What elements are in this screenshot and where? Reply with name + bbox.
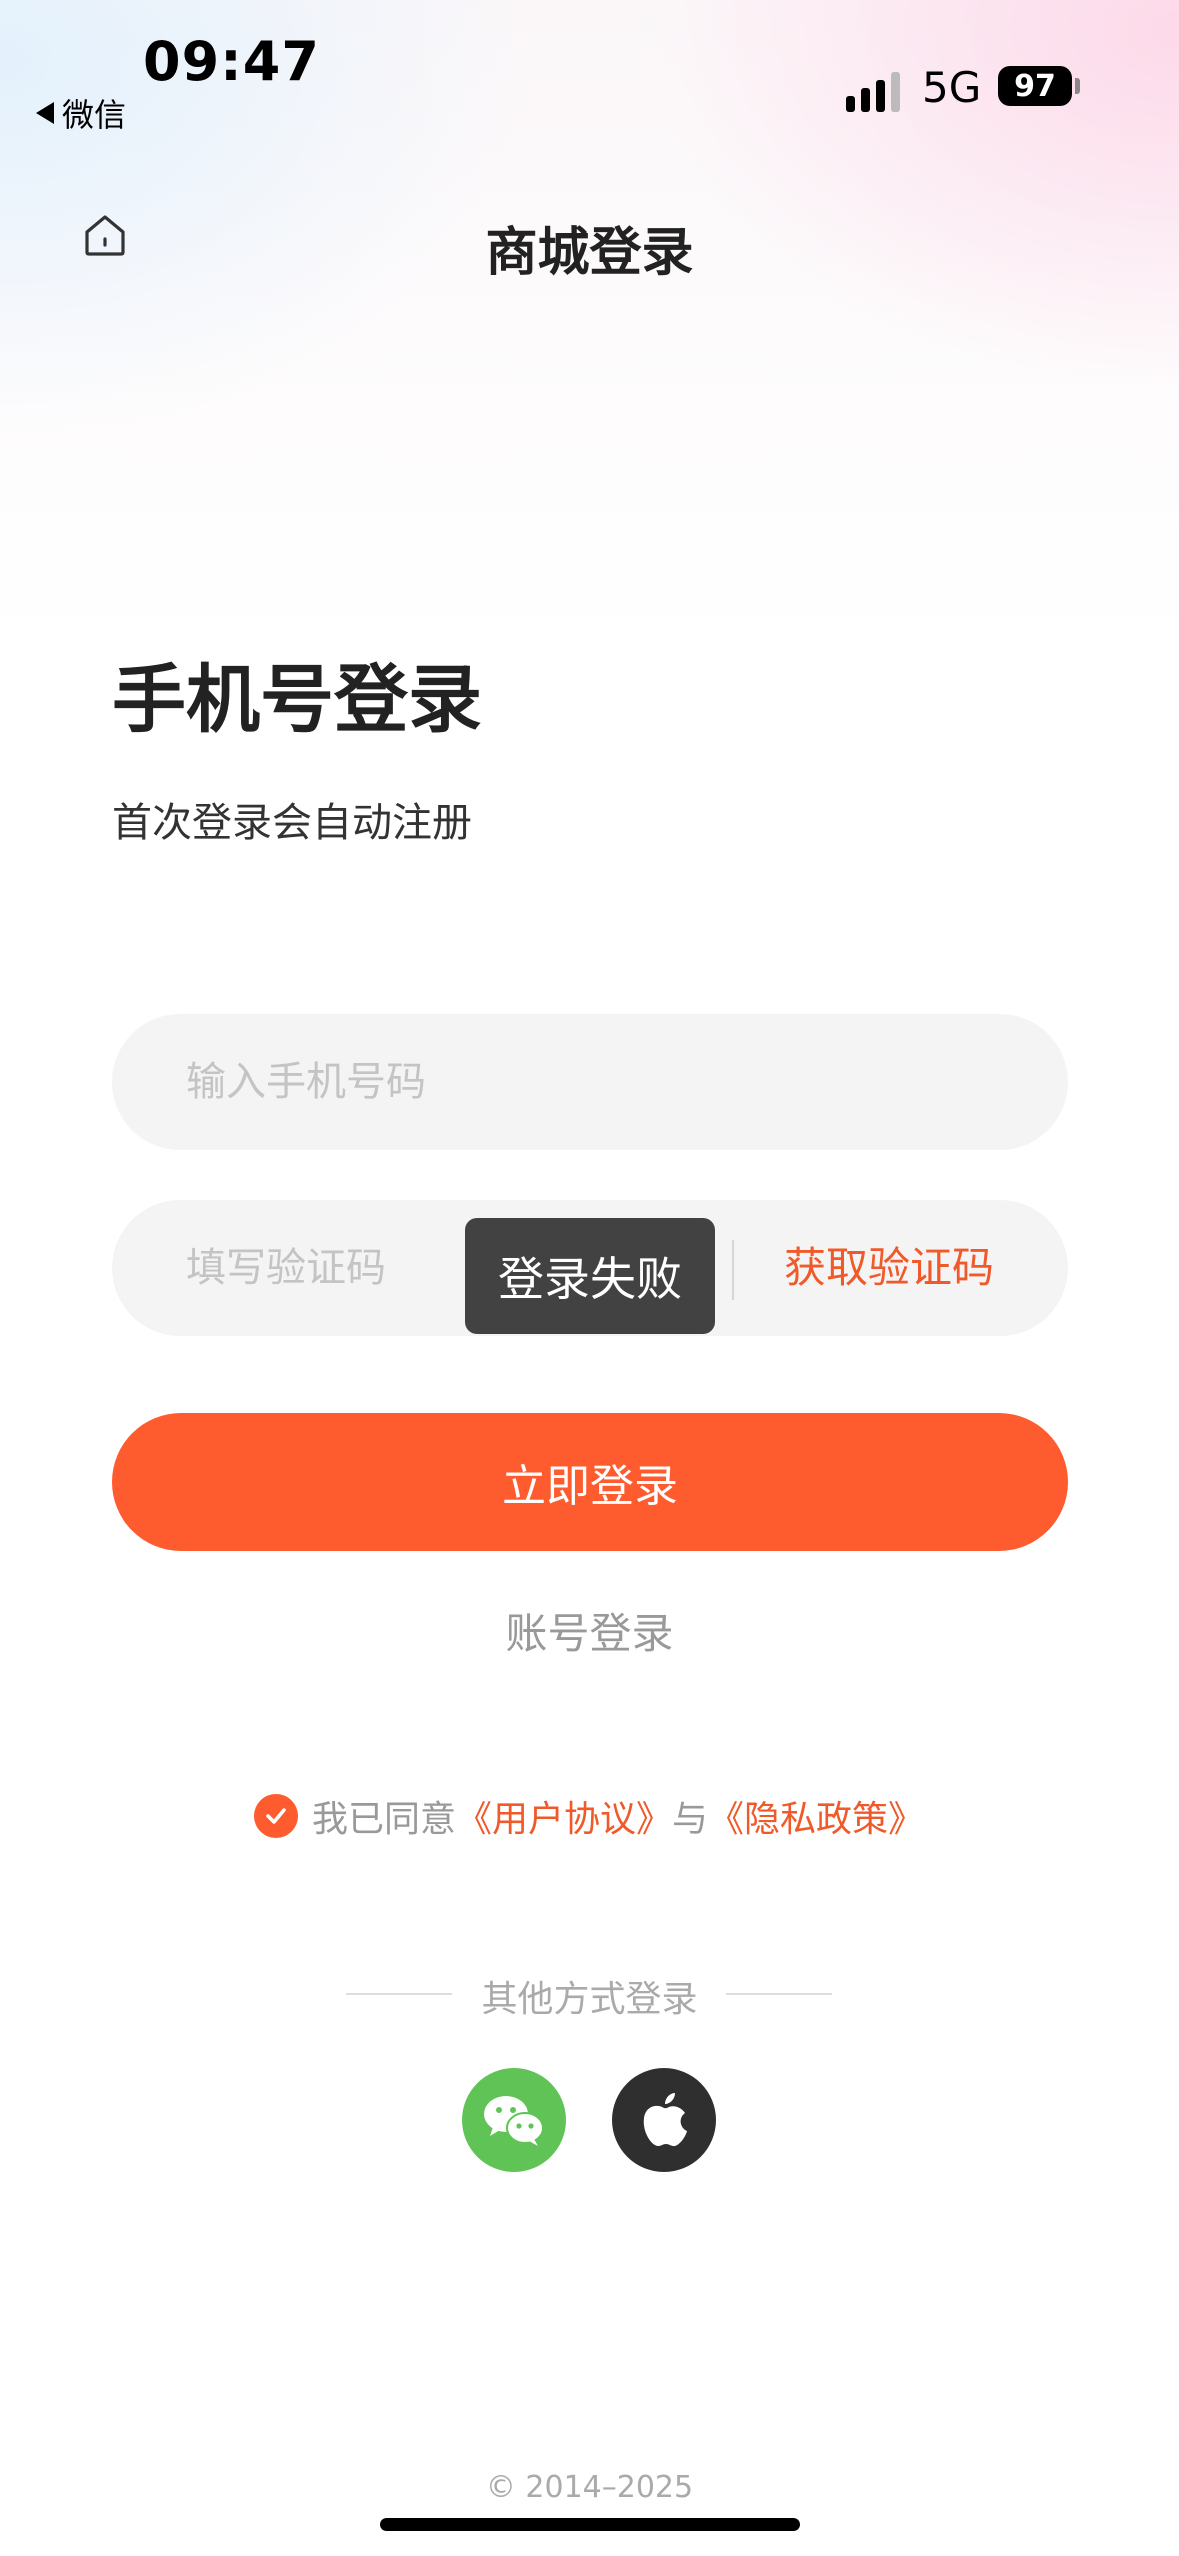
- back-to-app-link[interactable]: 微信: [36, 90, 126, 136]
- phone-input[interactable]: [186, 1014, 1006, 1150]
- network-type: 5G: [922, 63, 982, 112]
- battery-tip: [1075, 78, 1080, 94]
- wechat-login-button[interactable]: [462, 2068, 566, 2172]
- copyright-text: © 2014–2025: [485, 2470, 694, 2505]
- check-icon: [266, 1808, 286, 1824]
- apple-login-button[interactable]: [612, 2068, 716, 2172]
- agreement-row: 我已同意 《用户协议》 与 《隐私政策》: [254, 1790, 924, 1842]
- apple-icon: [643, 2093, 687, 2147]
- get-code-button[interactable]: 获取验证码: [784, 1200, 994, 1336]
- account-login-link[interactable]: 账号登录: [0, 1600, 1179, 1661]
- login-button[interactable]: 立即登录: [112, 1413, 1068, 1551]
- home-indicator: [380, 2518, 800, 2531]
- status-time: 09:47: [143, 30, 320, 93]
- back-app-label: 微信: [62, 96, 127, 134]
- privacy-policy-link[interactable]: 《隐私政策》: [708, 1790, 924, 1842]
- toast-message: 登录失败: [498, 1252, 682, 1306]
- battery-icon: 97: [998, 66, 1072, 106]
- other-login-label: 其他方式登录: [481, 1979, 698, 2020]
- page-title: 商城登录: [485, 223, 694, 283]
- agreement-and: 与: [672, 1799, 709, 1840]
- agreement-prefix: 我已同意: [312, 1799, 457, 1840]
- phone-field: [112, 1014, 1068, 1150]
- field-divider: [732, 1240, 734, 1300]
- error-toast: 登录失败: [465, 1218, 715, 1334]
- login-button-label: 立即登录: [502, 1461, 678, 1512]
- back-triangle-icon: [36, 102, 54, 124]
- header-background: [0, 0, 1179, 720]
- user-agreement-link[interactable]: 《用户协议》: [456, 1790, 672, 1842]
- divider-line-right: [726, 1993, 832, 1995]
- wechat-icon: [484, 2096, 544, 2146]
- agreement-checkbox[interactable]: [254, 1794, 298, 1838]
- battery-level: 97: [1014, 68, 1056, 104]
- login-subheading: 首次登录会自动注册: [112, 800, 472, 846]
- signal-strength-icon: [846, 70, 900, 112]
- login-heading: 手机号登录: [112, 657, 482, 743]
